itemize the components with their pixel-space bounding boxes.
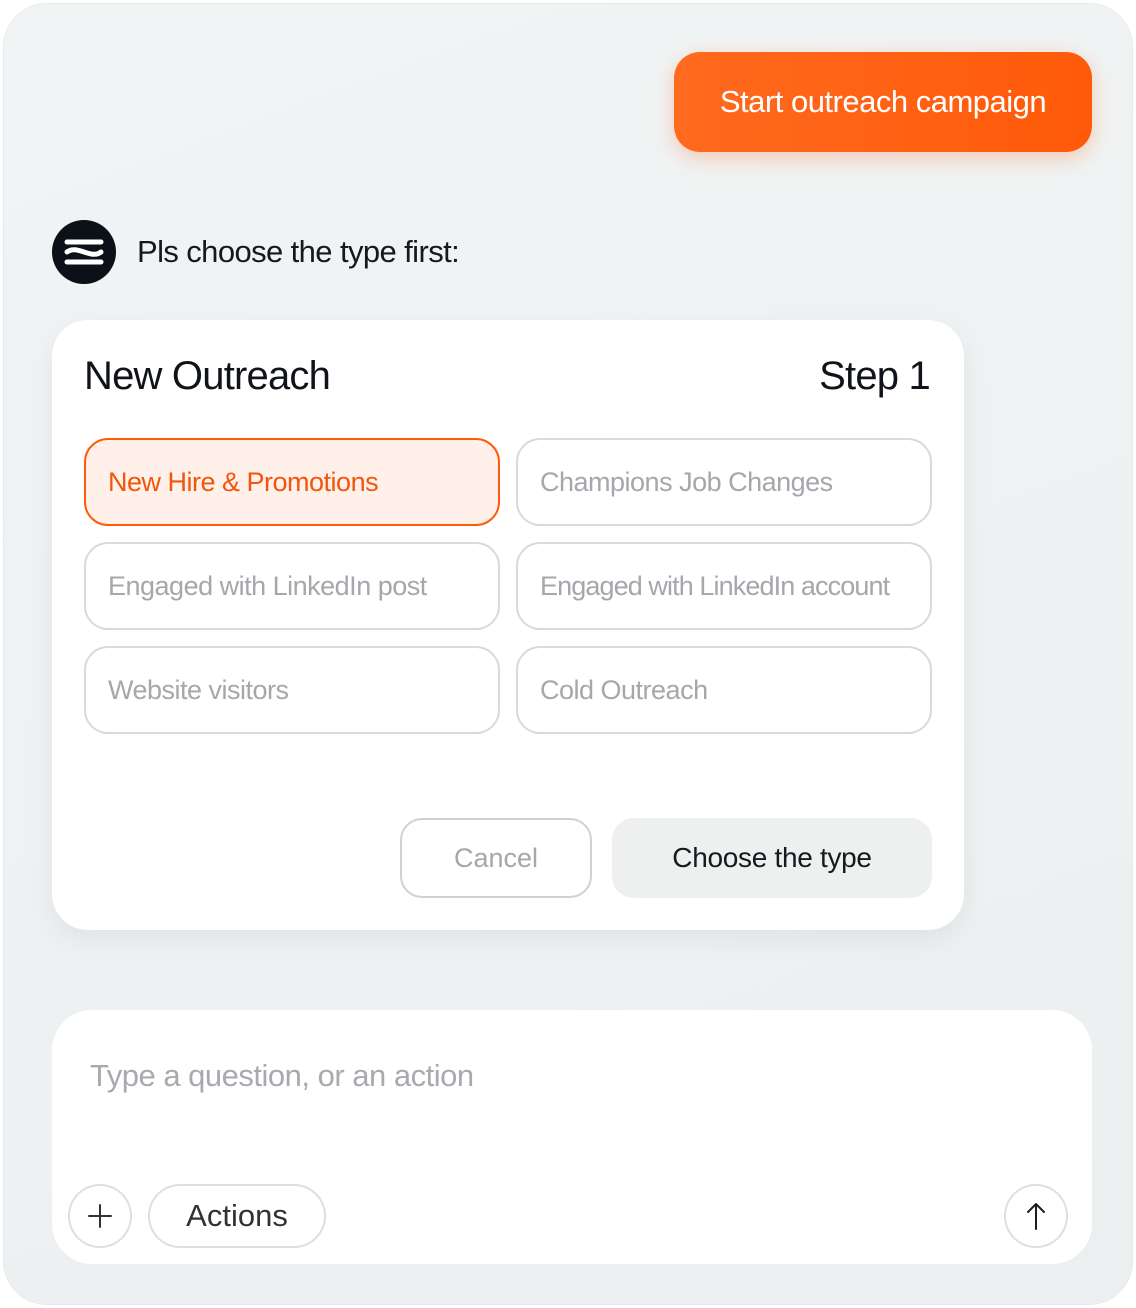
actions-button[interactable]: Actions [148, 1184, 326, 1248]
add-button[interactable] [68, 1184, 132, 1248]
option-website-visitors[interactable]: Website visitors [84, 646, 500, 734]
option-champions-job-changes[interactable]: Champions Job Changes [516, 438, 932, 526]
outreach-type-card: New Outreach Step 1 New Hire & Promotion… [52, 320, 964, 930]
bot-avatar [52, 220, 116, 284]
option-engaged-linkedin-post[interactable]: Engaged with LinkedIn post [84, 542, 500, 630]
arrow-up-icon [1027, 1203, 1045, 1230]
step-indicator: Step 1 [819, 354, 931, 398]
choose-type-button[interactable]: Choose the type [612, 818, 932, 898]
card-title: New Outreach [84, 354, 331, 398]
option-new-hire-promotions[interactable]: New Hire & Promotions [84, 438, 500, 526]
brand-logo-icon [64, 239, 104, 265]
user-message-bubble: Start outreach campaign [674, 52, 1092, 152]
option-engaged-linkedin-account[interactable]: Engaged with LinkedIn account [516, 542, 932, 630]
plus-icon [88, 1204, 112, 1228]
chat-window: Start outreach campaign Pls choose the t… [3, 3, 1133, 1305]
message-input[interactable] [90, 1054, 1050, 1098]
composer: Actions [52, 1010, 1092, 1264]
option-cold-outreach[interactable]: Cold Outreach [516, 646, 932, 734]
cancel-button[interactable]: Cancel [400, 818, 592, 898]
bot-message: Pls choose the type first: [137, 234, 460, 269]
send-button[interactable] [1004, 1184, 1068, 1248]
